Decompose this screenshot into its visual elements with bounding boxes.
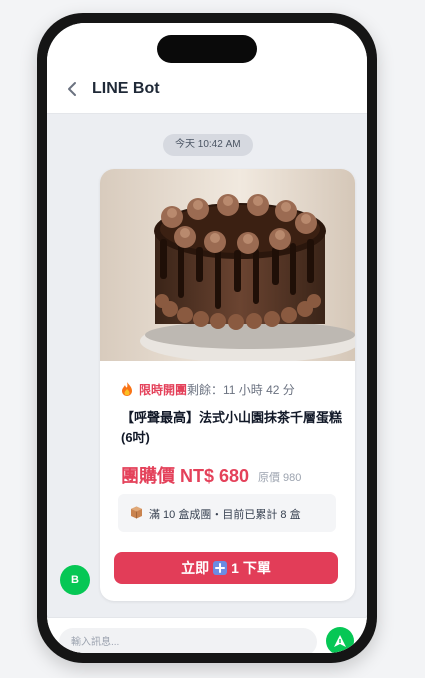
group-progress: 滿 10 盒成團・目前已累計 8 盒 [118, 494, 336, 532]
plus-icon [213, 561, 228, 575]
product-title: 【呼聲最高】法式小山園抹茶千層蛋糕 (6吋) [121, 410, 343, 445]
chat-screen: LINE Bot 今天 10:42 AM 限時開團 剩餘：11 小時 42 分 … [47, 23, 367, 653]
message-composer [47, 617, 367, 653]
phone-notch [157, 35, 257, 63]
order-button[interactable]: 立即 1 下單 [114, 552, 338, 584]
bot-avatar[interactable]: B [60, 565, 90, 595]
chat-title: LINE Bot [92, 80, 160, 97]
send-button[interactable] [326, 627, 354, 653]
cake-image [100, 169, 355, 361]
time-remaining: 剩餘：11 小時 42 分 [187, 383, 295, 397]
fire-icon [122, 382, 132, 396]
box-icon [131, 506, 142, 519]
group-price: 團購價 NT$ 680 [121, 466, 250, 486]
product-card[interactable]: 限時開團 剩餘：11 小時 42 分 【呼聲最高】法式小山園抹茶千層蛋糕 (6吋… [100, 169, 355, 601]
send-icon [334, 635, 346, 647]
message-input[interactable] [59, 628, 317, 653]
order-button-prefix: 立即 [181, 560, 210, 576]
progress-text: 滿 10 盒成團・目前已累計 8 盒 [149, 509, 301, 521]
phone-frame: LINE Bot 今天 10:42 AM 限時開團 剩餘：11 小時 42 分 … [37, 13, 377, 663]
message-timestamp: 今天 10:42 AM [163, 134, 253, 156]
order-button-suffix: 1 下單 [231, 560, 271, 576]
flash-sale-label: 限時開團 [139, 383, 188, 397]
chevron-left-icon[interactable] [65, 81, 81, 97]
original-price: 原價 980 [258, 472, 302, 484]
